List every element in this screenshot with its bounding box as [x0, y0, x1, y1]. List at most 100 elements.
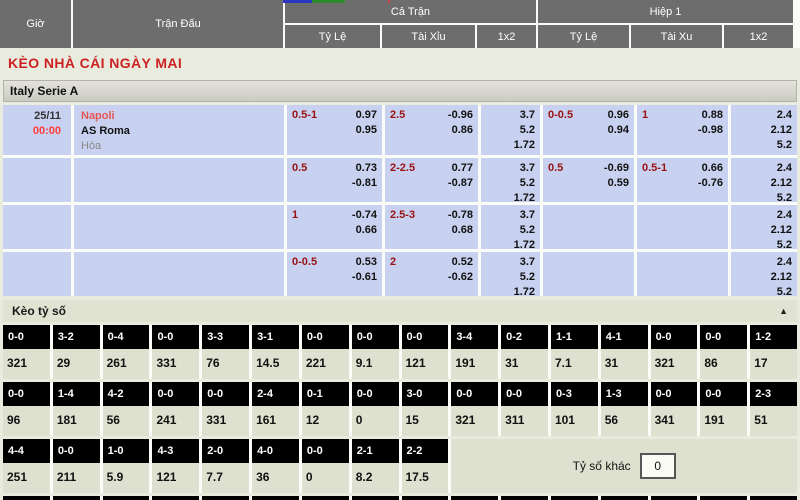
h1-handicap-odds-cell[interactable] — [543, 205, 634, 249]
score-odds-cell[interactable] — [601, 496, 648, 500]
score-odds-cell[interactable] — [750, 496, 797, 500]
score-odds-cell[interactable]: 4-4251 — [3, 439, 50, 493]
score-odds-cell[interactable]: 2-351 — [750, 382, 797, 436]
ft-1x2-odds-cell[interactable]: 3.75.21.72 — [481, 158, 540, 202]
score-odds-cell[interactable] — [152, 496, 199, 500]
ft-1x2-odds-cell[interactable]: 3.75.21.72 — [481, 252, 540, 296]
score-odds-cell[interactable]: 0-0331 — [202, 382, 249, 436]
score-odds-cell[interactable] — [501, 496, 548, 500]
other-score-input[interactable]: 0 — [640, 453, 676, 479]
ft-1x2-odds-cell[interactable]: 3.75.21.72 — [481, 205, 540, 249]
odds-value: 2.12 — [731, 270, 792, 285]
ft-handicap-odds-cell[interactable]: 0-0.50.53-0.61 — [287, 252, 382, 296]
score-odds-cell[interactable]: 1-217 — [750, 325, 797, 379]
score-odds-cell[interactable] — [651, 496, 698, 500]
score-odds-cell[interactable]: 2-18.2 — [352, 439, 399, 493]
score-odds-cell[interactable]: 3-114.5 — [252, 325, 299, 379]
score-odds-cell[interactable]: 4-256 — [103, 382, 150, 436]
h1-overunder-odds-cell[interactable] — [637, 205, 728, 249]
score-odds-value: 241 — [152, 406, 199, 436]
h1-handicap-odds-cell[interactable] — [543, 252, 634, 296]
ft-overunder-odds-cell[interactable]: 20.52-0.62 — [385, 252, 478, 296]
score-odds-cell[interactable]: 0-0321 — [451, 382, 498, 436]
score-odds-cell[interactable]: 0-0211 — [53, 439, 100, 493]
score-odds-cell[interactable]: 0-231 — [501, 325, 548, 379]
score-odds-cell[interactable]: 0-0311 — [501, 382, 548, 436]
score-odds-cell[interactable]: 0-086 — [700, 325, 747, 379]
score-odds-value: 17 — [750, 349, 797, 379]
ft-1x2-odds-cell[interactable]: 3.75.21.72 — [481, 105, 540, 155]
score-odds-cell[interactable]: 0-0121 — [402, 325, 449, 379]
ft-overunder-odds-cell[interactable]: 2.5-0.960.86 — [385, 105, 478, 155]
h1-1x2-odds-cell[interactable]: 2.42.125.2 — [731, 205, 797, 249]
h1-1x2-odds-cell[interactable]: 2.42.125.2 — [731, 158, 797, 202]
score-odds-cell[interactable]: 0-3101 — [551, 382, 598, 436]
h1-overunder-odds-cell[interactable]: 10.88-0.98 — [637, 105, 728, 155]
odds-value: 3.7 — [481, 108, 535, 123]
score-odds-cell[interactable] — [700, 496, 747, 500]
score-odds-cell[interactable] — [352, 496, 399, 500]
score-odds-value: 8.2 — [352, 463, 399, 493]
score-odds-cell[interactable]: 3-229 — [53, 325, 100, 379]
score-odds-cell[interactable]: 2-07.7 — [202, 439, 249, 493]
score-odds-cell[interactable]: 0-4261 — [103, 325, 150, 379]
collapse-arrow-icon[interactable]: ▲ — [779, 306, 788, 316]
score-odds-cell[interactable] — [551, 496, 598, 500]
score-odds-cell[interactable]: 4-131 — [601, 325, 648, 379]
score-odds-cell[interactable]: 0-096 — [3, 382, 50, 436]
score-odds-cell[interactable]: 3-376 — [202, 325, 249, 379]
h1-handicap-odds-cell[interactable]: 0.5-0.690.59 — [543, 158, 634, 202]
score-odds-cell[interactable]: 2-4161 — [252, 382, 299, 436]
score-label: 0-0 — [402, 325, 449, 349]
h1-1x2-odds-cell[interactable]: 2.42.125.2 — [731, 252, 797, 296]
score-odds-cell[interactable] — [451, 496, 498, 500]
score-odds-cell[interactable]: 0-0241 — [152, 382, 199, 436]
score-odds-cell[interactable]: 4-036 — [252, 439, 299, 493]
score-odds-cell[interactable] — [252, 496, 299, 500]
h1-overunder-odds-cell[interactable] — [637, 252, 728, 296]
score-odds-cell[interactable]: 0-0331 — [152, 325, 199, 379]
score-odds-cell[interactable]: 3-4191 — [451, 325, 498, 379]
score-odds-cell[interactable]: 3-015 — [402, 382, 449, 436]
score-odds-cell[interactable]: 1-4181 — [53, 382, 100, 436]
score-odds-cell[interactable]: 0-00 — [302, 439, 349, 493]
ft-handicap-odds-cell[interactable]: 0.50.73-0.81 — [287, 158, 382, 202]
score-odds-cell[interactable]: 0-0321 — [651, 325, 698, 379]
score-odds-cell[interactable] — [3, 496, 50, 500]
ft-handicap-odds-cell[interactable]: 1-0.740.66 — [287, 205, 382, 249]
score-odds-cell[interactable] — [402, 496, 449, 500]
odds-table-header: Giờ Trận Đấu Cả Trận Hiệp 1 Tỷ Lệ Tài Xỉ… — [0, 0, 800, 48]
score-odds-cell[interactable]: 4-3121 — [152, 439, 199, 493]
score-odds-cell[interactable]: 0-0341 — [651, 382, 698, 436]
score-odds-cell[interactable]: 1-356 — [601, 382, 648, 436]
score-odds-cell[interactable]: 0-09.1 — [352, 325, 399, 379]
score-odds-cell[interactable] — [103, 496, 150, 500]
h1-handicap-odds-cell[interactable]: 0-0.50.960.94 — [543, 105, 634, 155]
score-odds-cell[interactable]: 1-17.1 — [551, 325, 598, 379]
score-odds-value: 331 — [152, 349, 199, 379]
ft-handicap-odds-cell[interactable]: 0.5-10.970.95 — [287, 105, 382, 155]
score-odds-value: 321 — [3, 349, 50, 379]
score-odds-cell[interactable] — [53, 496, 100, 500]
score-odds-value: 51 — [750, 406, 797, 436]
h1-overunder-odds-cell[interactable]: 0.5-10.66-0.76 — [637, 158, 728, 202]
score-odds-value: 96 — [3, 406, 50, 436]
score-odds-cell[interactable] — [302, 496, 349, 500]
handicap-line: 1 — [292, 208, 298, 223]
score-odds-cell[interactable]: 0-0191 — [700, 382, 747, 436]
score-odds-cell[interactable]: 1-05.9 — [103, 439, 150, 493]
score-odds-cell[interactable]: 0-112 — [302, 382, 349, 436]
score-label: 3-1 — [252, 325, 299, 349]
handicap-line: 0.5-1 — [642, 161, 667, 176]
score-odds-cell[interactable]: 0-0321 — [3, 325, 50, 379]
ft-overunder-odds-cell[interactable]: 2-2.50.77-0.87 — [385, 158, 478, 202]
score-odds-cell[interactable]: 0-0221 — [302, 325, 349, 379]
score-odds-cell[interactable]: 0-00 — [352, 382, 399, 436]
score-odds-cell[interactable]: 2-217.5 — [402, 439, 449, 493]
odds-value: 0.68 — [452, 223, 473, 238]
h1-1x2-odds-cell[interactable]: 2.42.125.2 — [731, 105, 797, 155]
score-odds-cell[interactable] — [202, 496, 249, 500]
score-label: 4-1 — [601, 325, 648, 349]
ft-overunder-odds-cell[interactable]: 2.5-3-0.780.68 — [385, 205, 478, 249]
handicap-line: 2-2.5 — [390, 161, 415, 176]
